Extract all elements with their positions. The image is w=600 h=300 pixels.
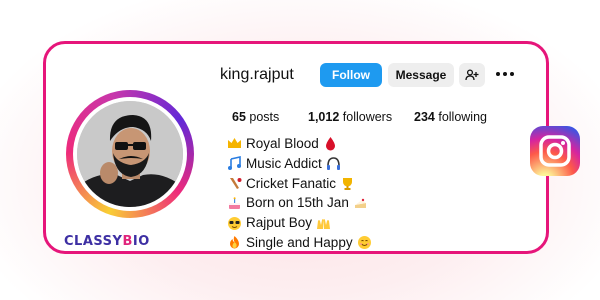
avatar-photo (77, 101, 183, 207)
bio-line: Single and Happy (227, 233, 372, 253)
sunglasses-face-icon (228, 216, 241, 230)
cake-slice-icon (354, 198, 366, 208)
classybio-logo: CLASSYBIO (64, 234, 150, 249)
smiling-face-icon (357, 236, 371, 250)
headphones-icon (326, 157, 340, 171)
cricket-bat-icon (230, 177, 242, 189)
bio-line: Rajput Boy (227, 213, 372, 233)
blood-drop-icon (325, 137, 335, 151)
followers-stat[interactable]: 1,012 followers (308, 110, 392, 124)
profile-avatar[interactable] (77, 101, 183, 207)
music-notes-icon (228, 156, 241, 171)
username: king.rajput (220, 66, 294, 83)
posts-stat[interactable]: 65 posts (232, 110, 279, 124)
more-options-icon[interactable] (496, 67, 514, 81)
fire-icon (230, 236, 239, 249)
message-button[interactable]: Message (388, 63, 454, 87)
crown-icon (228, 138, 241, 149)
bio-line: Music Addict (227, 154, 372, 174)
following-stat[interactable]: 234 following (414, 110, 487, 124)
story-ring[interactable] (66, 90, 194, 218)
profile-card: CLASSYBIO king.rajput Follow Message 65 … (43, 41, 549, 254)
add-user-icon (465, 69, 479, 81)
bio-line: Born on 15th Jan (227, 193, 372, 213)
bio-line: Cricket Fanatic (227, 174, 372, 194)
profile-bio: Royal Blood Music Addict Cricket Fanatic… (227, 134, 372, 253)
bio-line: Royal Blood (227, 134, 372, 154)
instagram-icon (530, 126, 580, 176)
birthday-cake-icon (229, 196, 240, 209)
trophy-icon (343, 177, 353, 190)
follow-button[interactable]: Follow (320, 63, 382, 87)
raised-hands-icon (317, 218, 331, 229)
add-user-button[interactable] (459, 63, 485, 87)
